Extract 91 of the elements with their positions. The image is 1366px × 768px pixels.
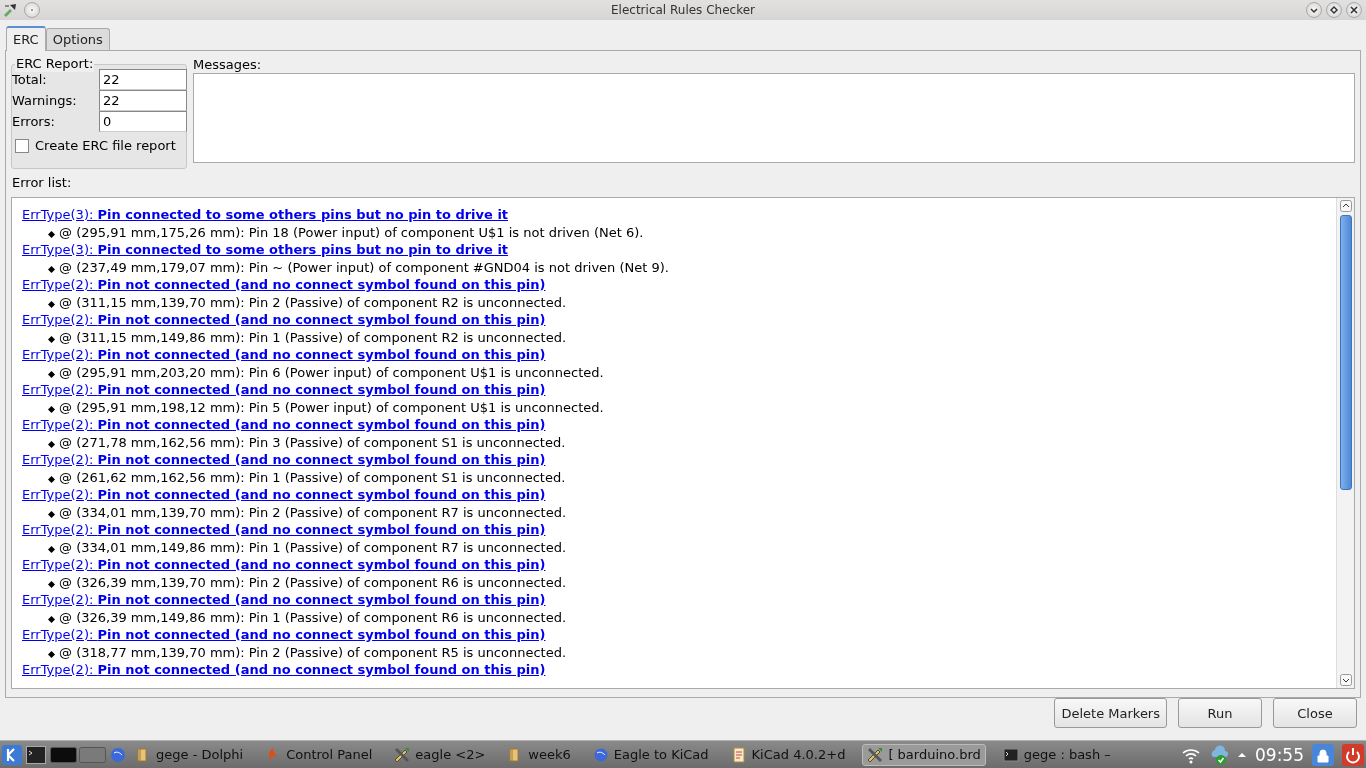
dialog-button[interactable]: Delete Markers	[1054, 698, 1167, 728]
diamond-bullet-icon	[48, 545, 55, 553]
dot-icon	[28, 6, 36, 14]
dialog-button[interactable]: Close	[1273, 698, 1357, 728]
error-link[interactable]: ErrType(3): Pin connected to some others pins but no pin to drive it	[22, 206, 509, 224]
diamond-bullet-icon	[48, 405, 55, 413]
error-link[interactable]: ErrType(2): Pin not connected (and no connect symbol found on this pin)	[22, 556, 546, 574]
taskbar-item[interactable]: [ barduino.brd	[862, 743, 986, 766]
taskbar-item[interactable]: Control Panel	[260, 743, 378, 766]
error-detail: @ (295,91 mm,175,26 mm): Pin 18 (Power input) of component U$1 is not driven (Net 6).	[59, 223, 644, 241]
field-label: Errors:	[12, 114, 55, 129]
diamond-bullet-icon	[48, 370, 55, 378]
checkbox-label: Create ERC file report	[35, 138, 176, 153]
error-link[interactable]: ErrType(2): Pin not connected (and no connect symbol found on this pin)	[22, 381, 546, 399]
error-detail: @ (311,15 mm,149,86 mm): Pin 1 (Passive) of component R2 is unconnected.	[59, 328, 567, 346]
error-detail: @ (271,78 mm,162,56 mm): Pin 3 (Passive) of component S1 is unconnected.	[59, 433, 566, 451]
diamond-bullet-icon	[48, 615, 55, 623]
taskbar-item[interactable]: gege - Dolphi	[130, 743, 249, 766]
error-link[interactable]: ErrType(2): Pin not connected (and no connect symbol found on this pin)	[22, 311, 546, 329]
taskbar-item[interactable]: week6	[502, 743, 576, 766]
window-title: Electrical Rules Checker	[610, 2, 756, 19]
error-link[interactable]: ErrType(2): Pin not connected (and no connect symbol found on this pin)	[22, 521, 546, 539]
cloud-check-icon	[1209, 744, 1229, 765]
close-icon	[1350, 6, 1358, 14]
error-detail: @ (295,91 mm,198,12 mm): Pin 5 (Power input) of component U$1 is unconnected.	[59, 398, 604, 416]
error-detail: @ (261,62 mm,162,56 mm): Pin 1 (Passive) of component S1 is unconnected.	[59, 468, 566, 486]
close-button[interactable]	[1346, 2, 1362, 18]
scroll-down-icon	[1339, 674, 1352, 686]
messages-label: Messages:	[193, 57, 263, 72]
chevron-icon	[1310, 6, 1318, 14]
tool-icon	[394, 746, 411, 763]
error-link[interactable]: ErrType(2): Pin not connected (and no connect symbol found on this pin)	[22, 591, 546, 609]
field-label: Total:	[12, 72, 47, 87]
tab[interactable]: ERC	[6, 26, 46, 51]
error-detail: @ (295,91 mm,203,20 mm): Pin 6 (Power input) of component U$1 is unconnected.	[59, 363, 604, 381]
clock: 09:55	[1255, 744, 1304, 765]
error-detail: @ (326,39 mm,149,86 mm): Pin 1 (Passive) of component R6 is unconnected.	[59, 608, 567, 626]
terminal-icon[interactable]	[26, 745, 46, 764]
field-label: Warnings:	[12, 93, 77, 108]
input-field[interactable]: 22	[99, 90, 187, 111]
tab[interactable]: Options	[45, 28, 110, 50]
error-list-label: Error list:	[12, 175, 73, 191]
diamond-bullet-icon	[48, 335, 55, 343]
diamond-bullet-icon	[48, 580, 55, 588]
input-field[interactable]: 0	[99, 111, 187, 132]
scroll-thumb[interactable]	[1339, 215, 1352, 490]
desktop-pager[interactable]	[50, 746, 106, 763]
launcher-icon[interactable]	[2, 744, 22, 765]
diamond-bullet-icon	[48, 440, 55, 448]
error-link[interactable]: ErrType(2): Pin not connected (and no connect symbol found on this pin)	[22, 346, 546, 364]
taskbar-item[interactable]: Eagle to KiCad	[587, 743, 714, 766]
scrollbar[interactable]	[1336, 198, 1354, 688]
error-link[interactable]: ErrType(2): Pin not connected (and no connect symbol found on this pin)	[22, 486, 546, 504]
error-detail: @ (334,01 mm,139,70 mm): Pin 2 (Passive) of component R7 is unconnected.	[59, 503, 567, 521]
error-link[interactable]: ErrType(2): Pin not connected (and no connect symbol found on this pin)	[22, 626, 546, 644]
error-link[interactable]: ErrType(3): Pin connected to some others pins but no pin to drive it	[22, 241, 509, 259]
power-icon[interactable]	[1342, 743, 1364, 766]
taskbar-item[interactable]: KiCad 4.0.2+d	[725, 743, 851, 766]
diamond-bullet-icon	[48, 265, 55, 273]
taskbar-item[interactable]: gege : bash –	[997, 743, 1116, 766]
diamond-bullet-icon	[48, 510, 55, 518]
error-link[interactable]: ErrType(2): Pin not connected (and no connect symbol found on this pin)	[22, 276, 546, 294]
diamond-icon	[1330, 6, 1338, 14]
checkbox[interactable]	[15, 138, 29, 153]
globe-icon[interactable]	[110, 746, 126, 763]
error-detail: @ (326,39 mm,139,70 mm): Pin 2 (Passive) of component R6 is unconnected.	[59, 573, 567, 591]
error-detail: @ (334,01 mm,149,86 mm): Pin 1 (Passive) of component R7 is unconnected.	[59, 538, 567, 556]
minimize-button[interactable]	[1306, 2, 1322, 18]
arrow-up-icon	[1237, 750, 1247, 759]
error-link[interactable]: ErrType(2): Pin not connected (and no connect symbol found on this pin)	[22, 661, 546, 679]
globe-icon	[592, 746, 609, 763]
diamond-bullet-icon	[48, 300, 55, 308]
error-detail: @ (318,77 mm,139,70 mm): Pin 2 (Passive) of component R5 is unconnected.	[59, 643, 567, 661]
taskbar-item[interactable]: eagle <2>	[389, 743, 491, 766]
group-title: ERC Report:	[15, 56, 95, 72]
doc-icon	[730, 746, 747, 763]
dialog-button[interactable]: Run	[1178, 698, 1262, 728]
lock-icon[interactable]	[1312, 743, 1334, 766]
app-icon	[2, 2, 18, 18]
terminal-icon	[1002, 746, 1019, 763]
maximize-button[interactable]	[1326, 2, 1342, 18]
diamond-bullet-icon	[48, 230, 55, 238]
diamond-bullet-icon	[48, 475, 55, 483]
error-link[interactable]: ErrType(2): Pin not connected (and no connect symbol found on this pin)	[22, 451, 546, 469]
diamond-bullet-icon	[48, 650, 55, 658]
input-field[interactable]: 22	[99, 69, 187, 90]
error-link[interactable]: ErrType(2): Pin not connected (and no connect symbol found on this pin)	[22, 416, 546, 434]
error-detail: @ (311,15 mm,139,70 mm): Pin 2 (Passive) of component R2 is unconnected.	[59, 293, 567, 311]
error-detail: @ (237,49 mm,179,07 mm): Pin ~ (Power input) of component #GND04 is not driven (Net 9).	[59, 258, 669, 276]
tool-icon	[867, 746, 884, 763]
scroll-up-icon	[1339, 200, 1352, 212]
